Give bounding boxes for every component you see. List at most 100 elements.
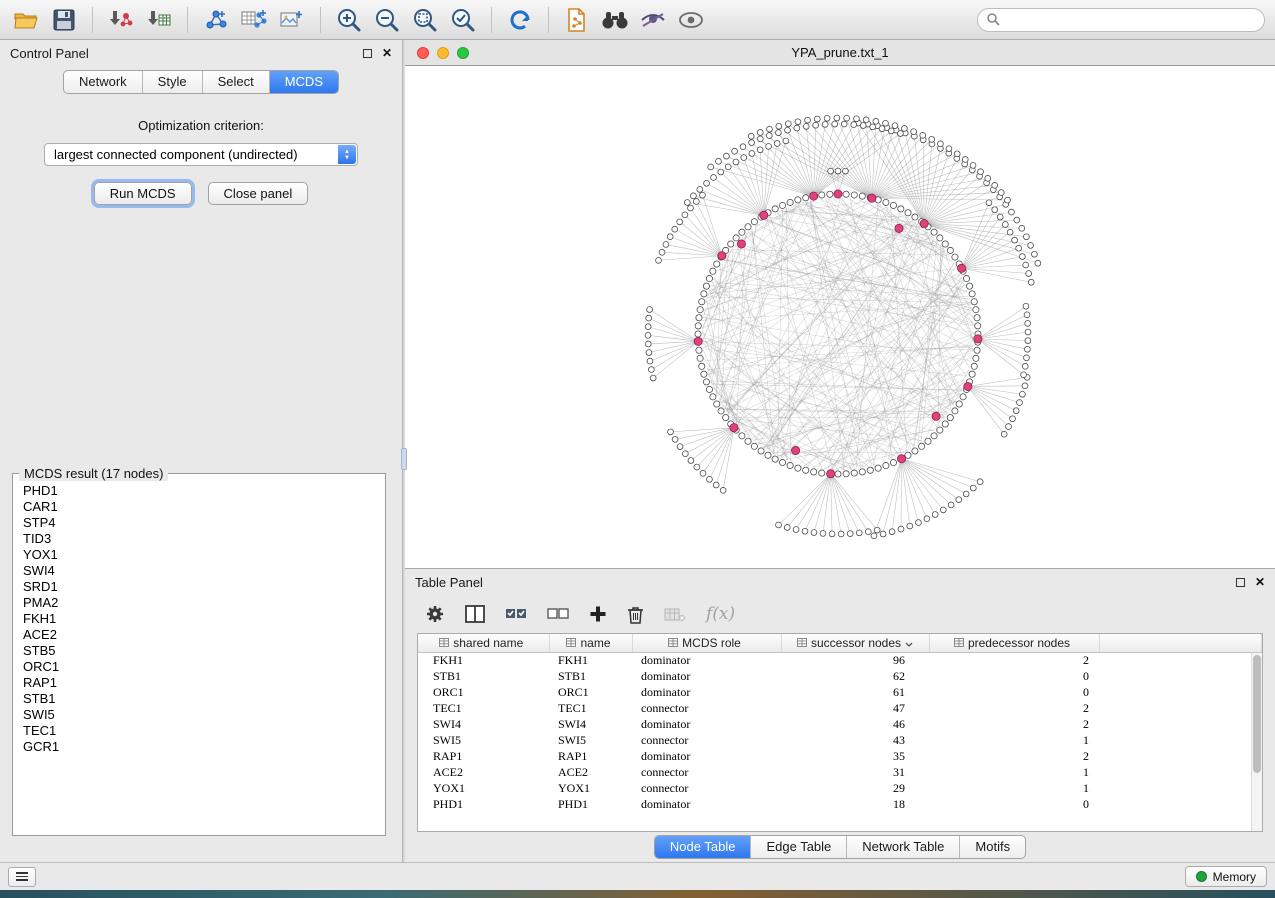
cell-successor-nodes[interactable]: 47 bbox=[781, 700, 929, 716]
cell-MCDS-role[interactable]: dominator bbox=[632, 684, 781, 700]
mcds-result-list[interactable]: PHD1CAR1STP4TID3YOX1SWI4SRD1PMA2FKH1ACE2… bbox=[13, 481, 385, 835]
cell-successor-nodes[interactable]: 31 bbox=[781, 764, 929, 780]
mcds-result-item[interactable]: FKH1 bbox=[23, 611, 375, 627]
new-network-icon[interactable] bbox=[200, 6, 232, 34]
cell-predecessor-nodes[interactable]: 2 bbox=[929, 716, 1099, 732]
zoom-fit-icon[interactable] bbox=[409, 6, 441, 34]
window-minimize-button[interactable] bbox=[437, 47, 449, 59]
table-row[interactable]: SWI4SWI4dominator462 bbox=[418, 716, 1262, 732]
cell-MCDS-role[interactable]: connector bbox=[632, 700, 781, 716]
cell-MCDS-role[interactable]: connector bbox=[632, 732, 781, 748]
cell-shared-name[interactable]: ORC1 bbox=[418, 684, 549, 700]
open-folder-icon[interactable] bbox=[10, 6, 42, 34]
window-close-button[interactable] bbox=[417, 47, 429, 59]
table-settings-gear-icon[interactable] bbox=[425, 604, 445, 624]
cell-predecessor-nodes[interactable]: 1 bbox=[929, 780, 1099, 796]
cell-MCDS-role[interactable]: connector bbox=[632, 780, 781, 796]
cell-predecessor-nodes[interactable]: 2 bbox=[929, 652, 1099, 668]
column-header-name[interactable]: name bbox=[549, 634, 632, 652]
cell-predecessor-nodes[interactable]: 0 bbox=[929, 684, 1099, 700]
show-hide-icon[interactable] bbox=[675, 6, 707, 34]
cell-shared-name[interactable]: STB1 bbox=[418, 668, 549, 684]
close-panel-button[interactable]: Close panel bbox=[208, 182, 309, 205]
cell-shared-name[interactable]: SWI4 bbox=[418, 716, 549, 732]
cell-successor-nodes[interactable]: 43 bbox=[781, 732, 929, 748]
run-mcds-button[interactable]: Run MCDS bbox=[94, 182, 192, 205]
cell-name[interactable]: TEC1 bbox=[549, 700, 632, 716]
cell-name[interactable]: RAP1 bbox=[549, 748, 632, 764]
close-table-panel-icon[interactable]: ✕ bbox=[1255, 576, 1265, 588]
cell-successor-nodes[interactable]: 18 bbox=[781, 796, 929, 812]
tab-mcds[interactable]: MCDS bbox=[270, 71, 338, 93]
zoom-selected-icon[interactable] bbox=[447, 6, 479, 34]
window-zoom-button[interactable] bbox=[457, 47, 469, 59]
cell-MCDS-role[interactable]: dominator bbox=[632, 668, 781, 684]
table-row[interactable]: ACE2ACE2connector311 bbox=[418, 764, 1262, 780]
mcds-result-item[interactable]: GCR1 bbox=[23, 739, 375, 755]
mcds-result-item[interactable]: TEC1 bbox=[23, 723, 375, 739]
import-table-icon[interactable] bbox=[143, 6, 175, 34]
memory-button[interactable]: Memory bbox=[1185, 866, 1267, 887]
cell-predecessor-nodes[interactable]: 2 bbox=[929, 748, 1099, 764]
mcds-result-item[interactable]: SWI4 bbox=[23, 563, 375, 579]
column-header-predecessor-nodes[interactable]: predecessor nodes bbox=[929, 634, 1099, 652]
save-session-icon[interactable] bbox=[48, 6, 80, 34]
cell-successor-nodes[interactable]: 29 bbox=[781, 780, 929, 796]
select-all-icon[interactable] bbox=[505, 606, 527, 622]
cell-name[interactable]: FKH1 bbox=[549, 652, 632, 668]
menu-list-icon[interactable] bbox=[8, 867, 36, 887]
find-binoculars-icon[interactable] bbox=[599, 6, 631, 34]
cell-successor-nodes[interactable]: 62 bbox=[781, 668, 929, 684]
cell-MCDS-role[interactable]: dominator bbox=[632, 716, 781, 732]
mcds-result-item[interactable]: ORC1 bbox=[23, 659, 375, 675]
cell-shared-name[interactable]: SWI5 bbox=[418, 732, 549, 748]
mcds-result-item[interactable]: CAR1 bbox=[23, 499, 375, 515]
cell-successor-nodes[interactable]: 61 bbox=[781, 684, 929, 700]
cell-predecessor-nodes[interactable]: 2 bbox=[929, 700, 1099, 716]
delete-column-trash-icon[interactable] bbox=[627, 605, 644, 624]
network-from-table-icon[interactable] bbox=[238, 6, 270, 34]
float-table-panel-icon[interactable] bbox=[1236, 578, 1245, 587]
table-row[interactable]: FKH1FKH1dominator962 bbox=[418, 652, 1262, 668]
share-document-icon[interactable] bbox=[561, 6, 593, 34]
cell-name[interactable]: ORC1 bbox=[549, 684, 632, 700]
column-header-MCDS-role[interactable]: MCDS role bbox=[632, 634, 781, 652]
cell-MCDS-role[interactable]: connector bbox=[632, 764, 781, 780]
tab-node-table[interactable]: Node Table bbox=[655, 836, 752, 858]
cell-successor-nodes[interactable]: 35 bbox=[781, 748, 929, 764]
cell-successor-nodes[interactable]: 96 bbox=[781, 652, 929, 668]
cell-predecessor-nodes[interactable]: 0 bbox=[929, 668, 1099, 684]
cell-shared-name[interactable]: TEC1 bbox=[418, 700, 549, 716]
refresh-layout-icon[interactable] bbox=[504, 6, 536, 34]
show-columns-icon[interactable] bbox=[465, 605, 485, 623]
cell-successor-nodes[interactable]: 46 bbox=[781, 716, 929, 732]
zoom-out-icon[interactable] bbox=[371, 6, 403, 34]
table-scrollbar[interactable] bbox=[1251, 653, 1262, 831]
tab-style[interactable]: Style bbox=[143, 71, 203, 93]
float-panel-icon[interactable] bbox=[363, 49, 372, 58]
mcds-result-item[interactable]: PMA2 bbox=[23, 595, 375, 611]
mcds-result-item[interactable]: ACE2 bbox=[23, 627, 375, 643]
table-row[interactable]: STB1STB1dominator620 bbox=[418, 668, 1262, 684]
close-panel-icon[interactable]: ✕ bbox=[382, 47, 392, 59]
mcds-result-item[interactable]: STB1 bbox=[23, 691, 375, 707]
tab-network[interactable]: Network bbox=[64, 71, 143, 93]
mcds-result-item[interactable]: STB5 bbox=[23, 643, 375, 659]
cell-name[interactable]: SWI4 bbox=[549, 716, 632, 732]
cell-shared-name[interactable]: PHD1 bbox=[418, 796, 549, 812]
cell-predecessor-nodes[interactable]: 1 bbox=[929, 732, 1099, 748]
tab-motifs[interactable]: Motifs bbox=[960, 836, 1025, 858]
cell-MCDS-role[interactable]: dominator bbox=[632, 652, 781, 668]
cell-MCDS-role[interactable]: dominator bbox=[632, 748, 781, 764]
search-input[interactable] bbox=[1006, 12, 1255, 27]
network-canvas[interactable] bbox=[405, 66, 1275, 569]
mcds-result-item[interactable]: STP4 bbox=[23, 515, 375, 531]
mcds-result-item[interactable]: TID3 bbox=[23, 531, 375, 547]
mcds-result-item[interactable]: YOX1 bbox=[23, 547, 375, 563]
table-row[interactable]: ORC1ORC1dominator610 bbox=[418, 684, 1262, 700]
mcds-result-item[interactable]: PHD1 bbox=[23, 483, 375, 499]
column-header-shared-name[interactable]: shared name bbox=[418, 634, 549, 652]
cell-name[interactable]: STB1 bbox=[549, 668, 632, 684]
table-row[interactable]: RAP1RAP1dominator352 bbox=[418, 748, 1262, 764]
cell-name[interactable]: PHD1 bbox=[549, 796, 632, 812]
